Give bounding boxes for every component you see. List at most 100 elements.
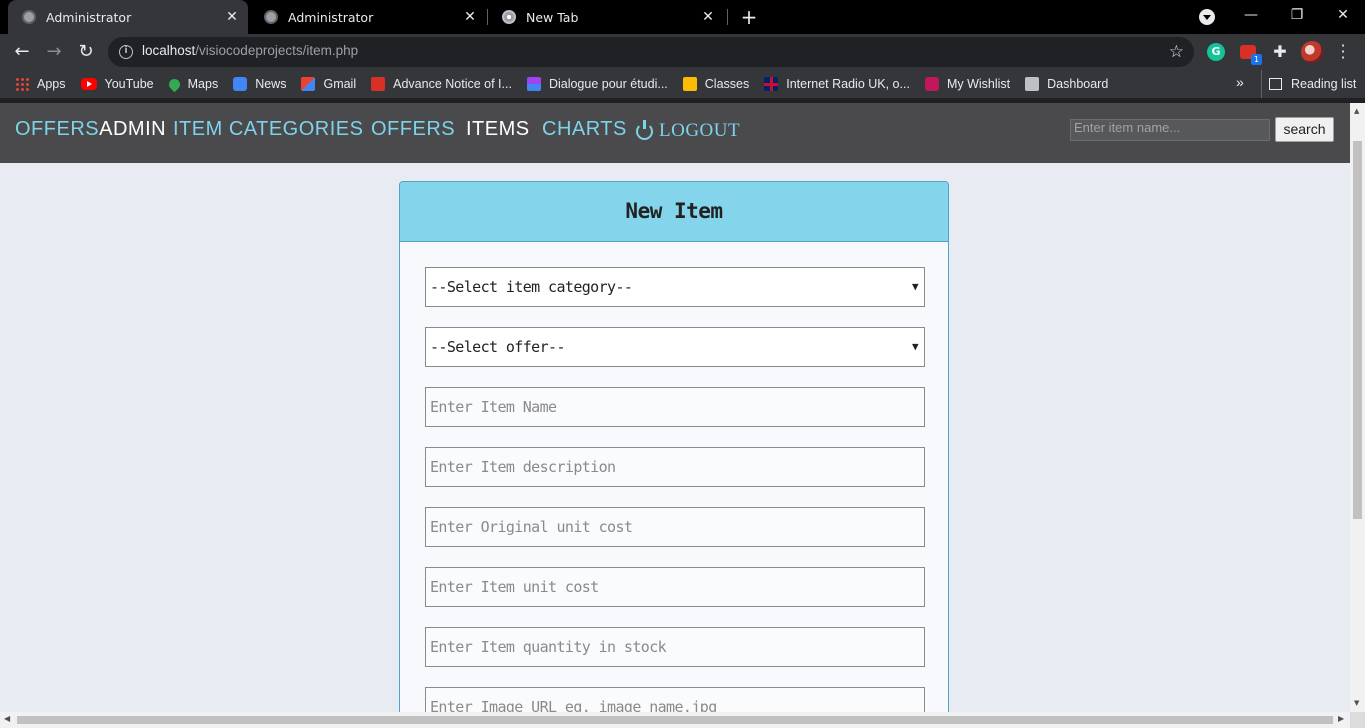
horizontal-scrollbar[interactable]: ◀ ▶ <box>0 712 1350 728</box>
reading-list-button[interactable]: Reading list <box>1261 70 1356 98</box>
classes-icon <box>682 77 697 91</box>
site-info-icon[interactable]: i <box>119 45 133 59</box>
tab-divider <box>727 9 728 25</box>
item-description-input[interactable]: Enter Item description <box>425 447 925 487</box>
tab-title: Administrator <box>46 9 132 25</box>
category-select[interactable]: --Select item category-- ▼ <box>425 267 925 307</box>
tab-title: Administrator <box>288 9 374 25</box>
nav-items[interactable]: ITEMS <box>466 118 530 141</box>
bookmark-label: News <box>255 77 287 91</box>
category-select-value: --Select item category-- <box>430 278 633 296</box>
scroll-right-arrow-icon[interactable]: ▶ <box>1338 714 1344 723</box>
site-navbar: OFFERSADMIN ITEM CATEGORIES OFFERS ITEMS… <box>0 103 1350 163</box>
bookmark-label: Apps <box>37 77 66 91</box>
minimize-icon[interactable]: — <box>1228 0 1274 30</box>
bookmark-youtube[interactable]: YouTube <box>80 77 154 91</box>
vertical-scrollbar[interactable]: ▲ ▼ <box>1350 103 1365 712</box>
horizontal-scroll-thumb[interactable] <box>17 716 1333 724</box>
nav-charts[interactable]: CHARTS <box>542 118 627 141</box>
maps-pin-icon <box>166 76 182 92</box>
bookmark-label: My Wishlist <box>946 77 1011 91</box>
offer-select-value: --Select offer-- <box>430 338 566 356</box>
forward-arrow-icon[interactable]: → <box>42 40 66 64</box>
dashboard-icon <box>1025 77 1040 91</box>
new-item-card: New Item --Select item category-- ▼ --Se… <box>399 181 949 712</box>
bookmark-internet-radio[interactable]: Internet Radio UK, o... <box>764 77 910 91</box>
bookmark-label: Classes <box>704 77 750 91</box>
item-search-input[interactable]: Enter item name... <box>1070 119 1270 141</box>
card-title: New Item <box>400 182 948 242</box>
news-icon <box>233 77 248 91</box>
tab-title: New Tab <box>526 9 579 25</box>
bookmark-label: Dialogue pour étudi... <box>548 77 668 91</box>
reload-icon[interactable]: ↻ <box>74 40 98 64</box>
scroll-up-arrow-icon[interactable]: ▲ <box>1354 107 1359 115</box>
globe-icon <box>22 10 36 24</box>
bookmarks-bar: Apps YouTube Maps News Gmail Advance Not… <box>0 70 1365 98</box>
apps-grid-icon <box>15 77 29 91</box>
nav-logout[interactable]: LOGOUT <box>636 119 741 142</box>
reading-list-label: Reading list <box>1291 77 1357 91</box>
bookmark-advance-notice[interactable]: Advance Notice of I... <box>371 77 512 91</box>
youtube-icon <box>80 78 97 90</box>
chevron-down-icon: ▼ <box>911 280 919 293</box>
address-bar[interactable]: i localhost/visiocodeprojects/item.php ☆ <box>108 37 1194 67</box>
window-close-icon[interactable]: ✕ <box>1320 0 1365 30</box>
gmail-icon <box>301 77 316 91</box>
vertical-scroll-thumb[interactable] <box>1353 141 1362 519</box>
grid-icon <box>526 77 541 91</box>
image-url-input[interactable]: Enter Image URL eg. image_name.jpg <box>425 687 925 712</box>
todo-extension-icon[interactable]: 1 <box>1240 45 1262 65</box>
brand-part-offers: OFFERS <box>15 118 100 140</box>
bookmark-classes[interactable]: Classes <box>682 77 750 91</box>
uk-flag-icon <box>764 77 779 91</box>
item-name-input[interactable]: Enter Item Name <box>425 387 925 427</box>
bookmark-maps[interactable]: Maps <box>166 76 219 92</box>
bookmark-dialogue[interactable]: Dialogue pour étudi... <box>526 77 668 91</box>
browser-tab-3[interactable]: New Tab ✕ <box>488 0 724 34</box>
url-host: localhost <box>142 43 196 58</box>
mail-icon <box>371 77 386 91</box>
bookmark-apps[interactable]: Apps <box>15 77 66 91</box>
back-arrow-icon[interactable]: ← <box>10 40 34 64</box>
reading-list-icon <box>1269 78 1282 90</box>
chevron-right-double-icon[interactable]: » <box>1236 74 1244 90</box>
original-cost-input[interactable]: Enter Original unit cost <box>425 507 925 547</box>
power-icon <box>636 119 653 140</box>
logout-label: LOGOUT <box>659 120 741 141</box>
offer-select[interactable]: --Select offer-- ▼ <box>425 327 925 367</box>
unit-cost-input[interactable]: Enter Item unit cost <box>425 567 925 607</box>
grammarly-extension-icon[interactable]: G <box>1207 43 1225 61</box>
page-viewport: OFFERSADMIN ITEM CATEGORIES OFFERS ITEMS… <box>0 103 1350 712</box>
bookmark-label: Dashboard <box>1047 77 1109 91</box>
nav-offers[interactable]: OFFERS <box>371 118 455 141</box>
scroll-left-arrow-icon[interactable]: ◀ <box>4 714 10 723</box>
browser-tab-2[interactable]: Administrator ✕ <box>250 0 486 34</box>
browser-tab-1[interactable]: Administrator ✕ <box>8 0 248 34</box>
brand-part-admin: ADMIN <box>99 118 167 140</box>
quantity-input[interactable]: Enter Item quantity in stock <box>425 627 925 667</box>
nav-item-categories[interactable]: ITEM CATEGORIES <box>173 118 363 141</box>
close-icon[interactable]: ✕ <box>698 9 718 25</box>
new-tab-plus-icon[interactable]: + <box>738 6 760 28</box>
tab-search-icon[interactable] <box>1199 9 1215 25</box>
bookmark-dashboard[interactable]: Dashboard <box>1025 77 1108 91</box>
bookmark-gmail[interactable]: Gmail <box>301 77 356 91</box>
restore-icon[interactable]: ❐ <box>1274 0 1320 30</box>
scroll-down-arrow-icon[interactable]: ▼ <box>1354 699 1359 707</box>
profile-avatar[interactable] <box>1301 41 1323 63</box>
wishlist-icon <box>924 77 939 91</box>
close-icon[interactable]: ✕ <box>222 9 242 25</box>
brand-logo[interactable]: OFFERSADMIN <box>15 118 166 141</box>
search-button[interactable]: search <box>1275 117 1334 142</box>
more-menu-icon[interactable]: · · · <box>1336 38 1350 66</box>
bookmark-wishlist[interactable]: My Wishlist <box>924 77 1011 91</box>
extensions-puzzle-icon[interactable]: ✚ <box>1271 43 1289 61</box>
close-icon[interactable]: ✕ <box>460 9 480 25</box>
bookmark-label: YouTube <box>104 77 154 91</box>
bookmark-label: Maps <box>187 77 219 91</box>
bookmark-star-icon[interactable]: ☆ <box>1169 42 1184 62</box>
bookmark-news[interactable]: News <box>233 77 286 91</box>
bookmark-label: Gmail <box>323 77 357 91</box>
url-text[interactable]: localhost/visiocodeprojects/item.php <box>142 43 358 58</box>
